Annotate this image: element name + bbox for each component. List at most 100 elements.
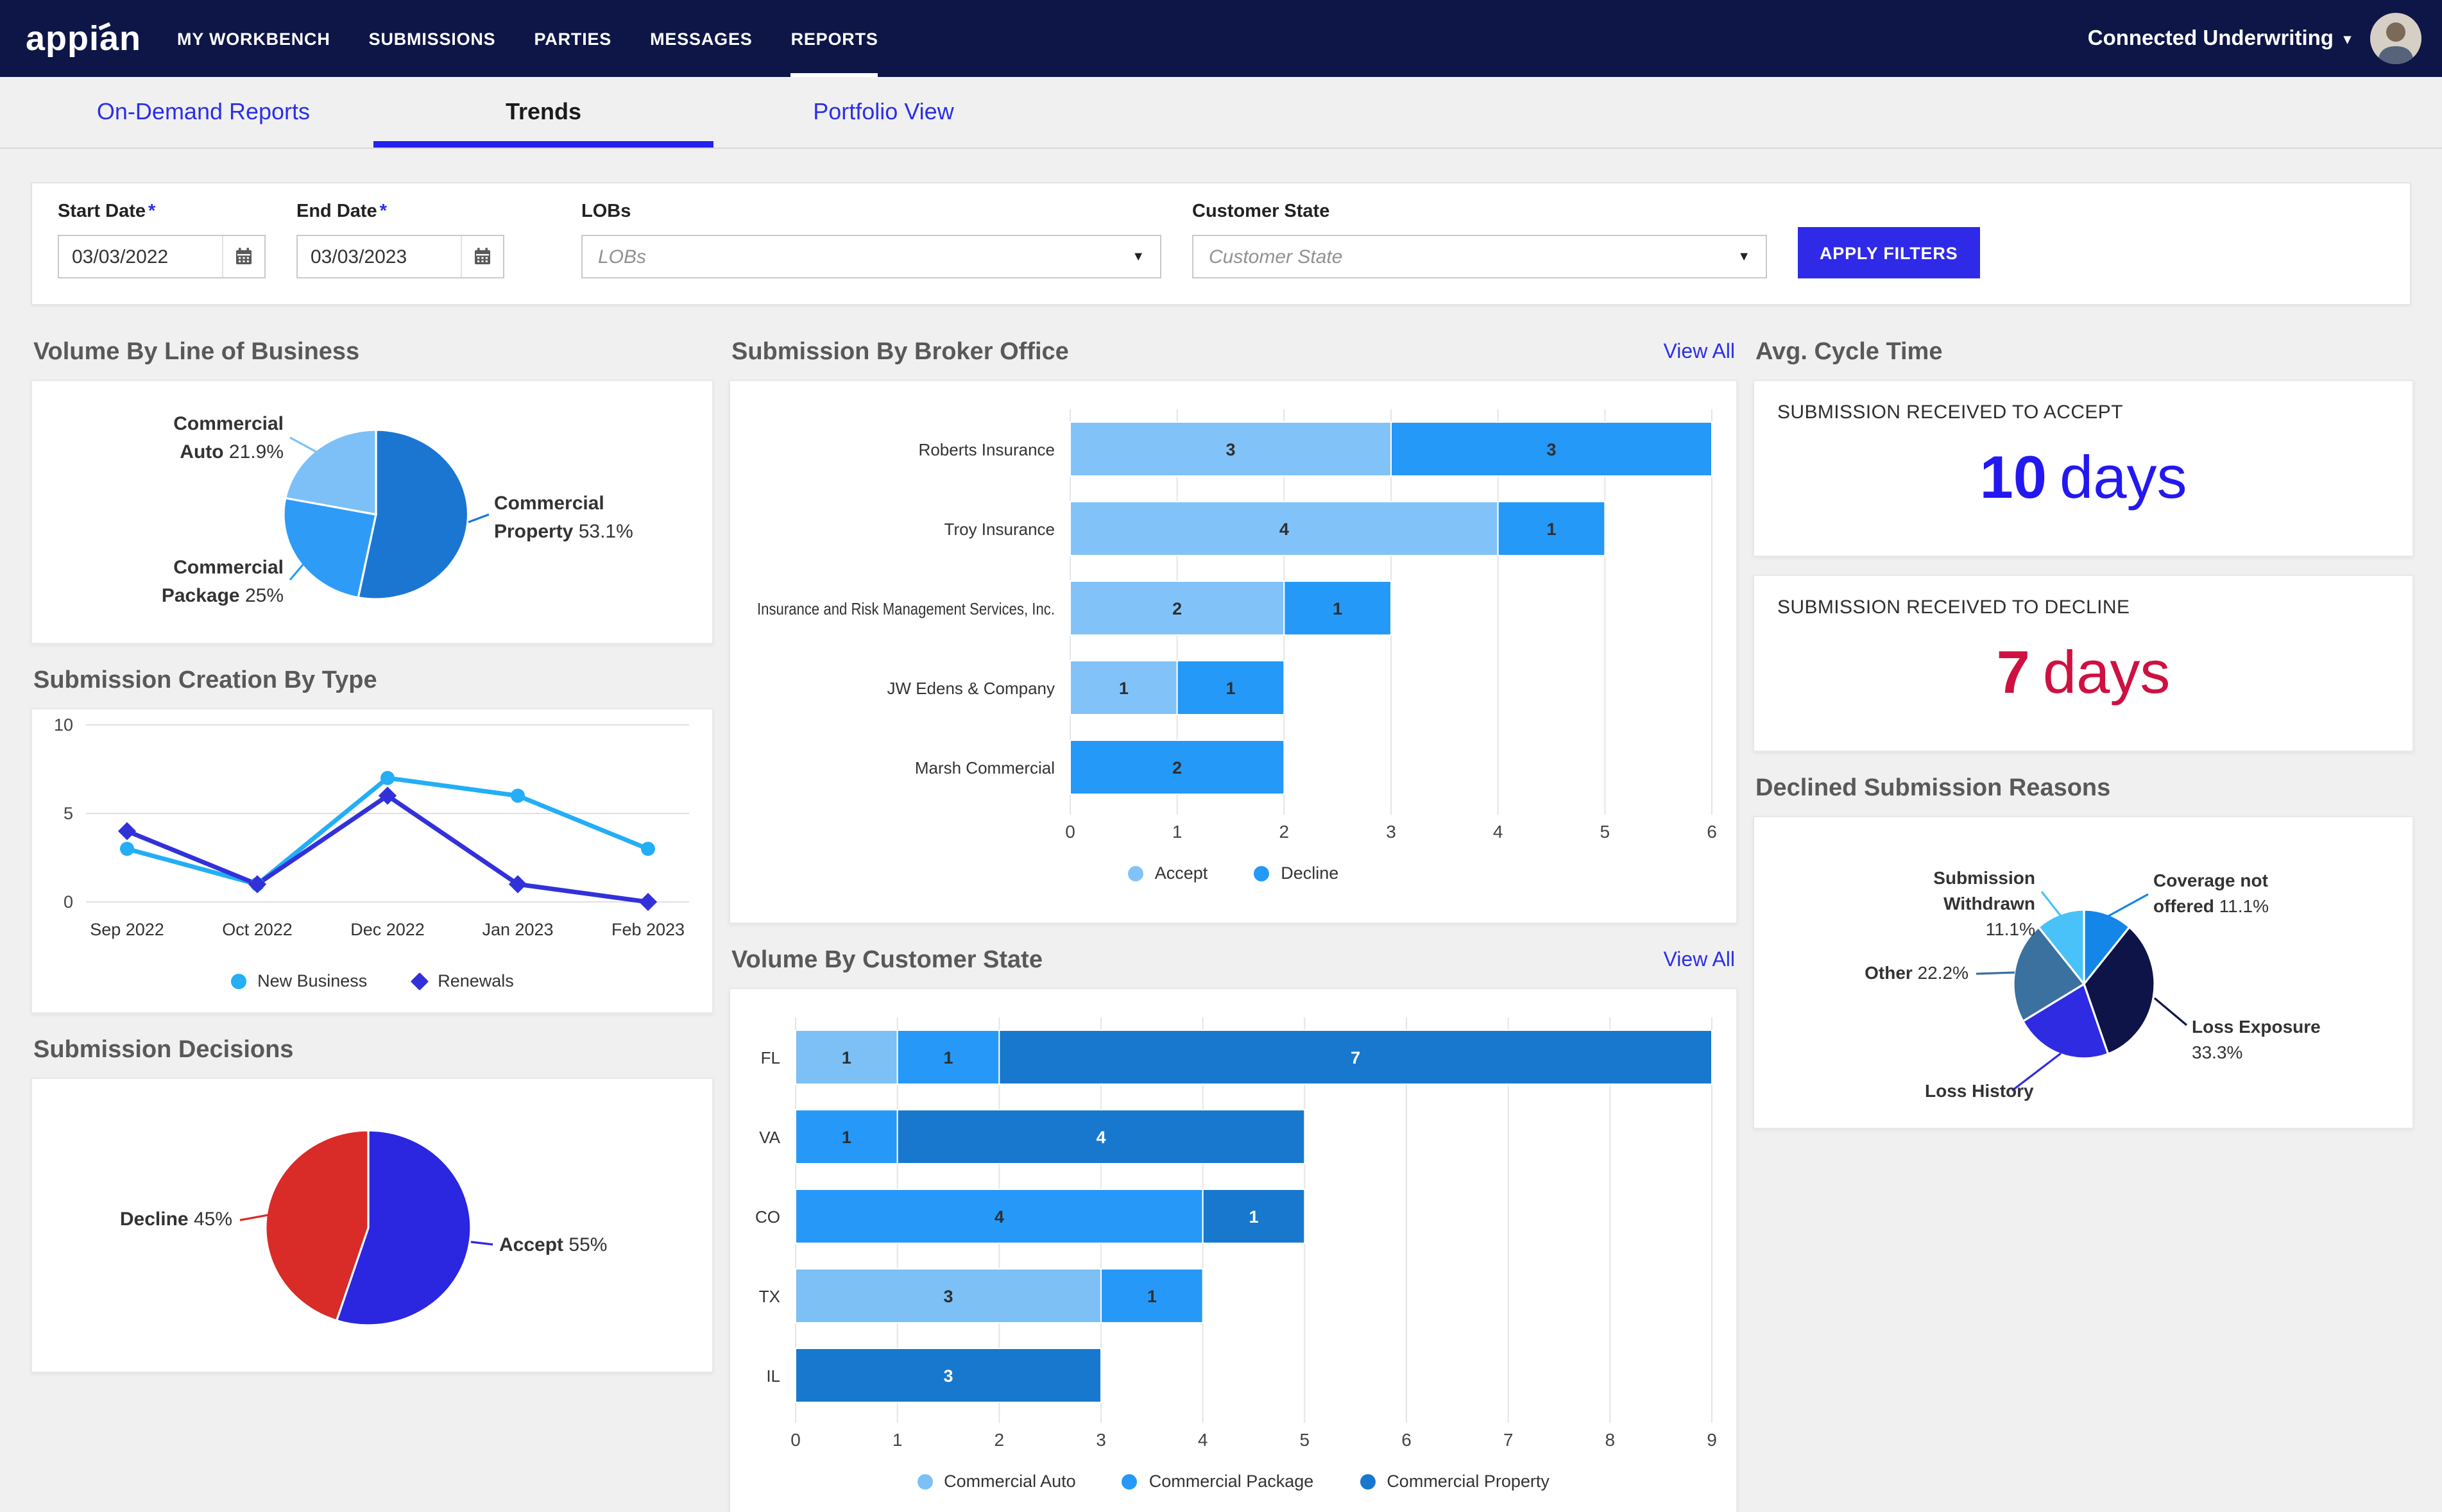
x-tick-label: 4	[1493, 822, 1503, 842]
legend-label: Commercial Auto	[944, 1472, 1076, 1491]
nav-item-parties[interactable]: PARTIES	[534, 0, 612, 77]
appian-logo[interactable]: appian	[26, 19, 141, 58]
section-title-submission-decisions: Submission Decisions	[33, 1037, 294, 1064]
x-tick-label: Dec 2022	[350, 920, 425, 939]
right-column: Avg. Cycle Time SUBMISSION RECEIVED TO A…	[1753, 323, 2414, 1129]
data-point	[380, 770, 395, 785]
dropdown-caret-icon: ▼	[1738, 250, 1750, 264]
tab-portfolio-view[interactable]: Portfolio View	[713, 77, 1054, 148]
customer-state-select[interactable]: Customer State ▼	[1192, 235, 1767, 278]
end-date-group: End Date *	[296, 201, 504, 278]
lobs-select[interactable]: LOBs ▼	[581, 235, 1161, 278]
tab-trends[interactable]: Trends	[373, 77, 713, 148]
apply-filters-button[interactable]: APPLY FILTERS	[1798, 227, 1980, 278]
customer-state-placeholder: Customer State	[1209, 246, 1343, 268]
lobs-label: LOBs	[581, 201, 631, 222]
x-tick-label: 8	[1605, 1430, 1616, 1450]
submission-decisions-card: Accept 55% Decline 45%	[31, 1078, 713, 1373]
x-tick-label: 2	[995, 1430, 1005, 1450]
bar-value-label: 1	[1147, 1287, 1157, 1306]
nav-item-submissions[interactable]: SUBMISSIONS	[369, 0, 496, 77]
category-label: CO	[755, 1207, 780, 1227]
customer-state-card: 0 1 2 3 4 5 6 7 8 9 FL 1 1 7 VA 1 4 CO 4 1 TX 3 1 IL 3 Commercia…	[729, 988, 1738, 1512]
bar-value-label: 4	[1096, 1128, 1106, 1147]
label-leader-line	[1976, 971, 2015, 975]
section-title-volume-by-lob: Volume By Line of Business	[33, 339, 360, 366]
x-tick-label: 6	[1401, 1430, 1412, 1450]
label-leader-line	[239, 1214, 269, 1221]
category-label: IL	[766, 1366, 780, 1386]
lobs-group: LOBs LOBs ▼	[581, 201, 1161, 278]
volume-by-lob-pie-chart: Commercial Property 53.1% Commercial Packag…	[162, 413, 633, 606]
category-label: Insurance and Risk Management Services, …	[757, 599, 1055, 618]
circle-marker-icon	[917, 1474, 933, 1489]
start-date-label: Start Date *	[58, 201, 156, 222]
pie-label: Accept 55%	[499, 1234, 607, 1255]
category-label: Roberts Insurance	[919, 440, 1055, 459]
category-label: FL	[761, 1048, 780, 1067]
label-leader-line	[468, 513, 490, 523]
x-tick-label: 0	[790, 1430, 801, 1450]
x-tick-label: Sep 2022	[90, 920, 164, 939]
lobs-placeholder: LOBs	[598, 246, 647, 268]
bar-value-label: 2	[1172, 758, 1182, 777]
bar-value-label: 1	[842, 1128, 851, 1147]
category-label: Marsh Commercial	[915, 758, 1055, 777]
end-date-calendar-button[interactable]	[461, 236, 503, 277]
account-menu[interactable]: Connected Underwriting ▾	[2088, 26, 2351, 51]
start-date-box	[58, 235, 266, 278]
start-date-input[interactable]	[59, 236, 222, 277]
tab-on-demand-reports[interactable]: On-Demand Reports	[33, 77, 373, 148]
customer-state-group: Customer State Customer State ▼	[1192, 201, 1767, 278]
y-tick-label: 10	[54, 715, 73, 735]
data-point	[641, 842, 655, 856]
bar-value-label: 1	[842, 1048, 851, 1067]
nav-item-reports[interactable]: REPORTS	[790, 0, 878, 77]
avatar-image	[2370, 13, 2421, 64]
left-column: Volume By Line of Business Commercial Pro…	[31, 323, 713, 1373]
label-leader-line	[289, 436, 319, 454]
broker-office-view-all-link[interactable]: View All	[1664, 341, 1735, 364]
x-tick-label: 1	[892, 1430, 903, 1450]
cycle-decline-card: SUBMISSION RECEIVED TO DECLINE 7 days	[1753, 575, 2414, 752]
submission-decisions-pie-chart: Accept 55% Decline 45%	[120, 1129, 607, 1327]
x-tick-label: 9	[1707, 1430, 1717, 1450]
dashboard-grid: Volume By Line of Business Commercial Pro…	[0, 305, 2442, 1512]
pie-label: Decline 45%	[120, 1209, 232, 1230]
legend-item: Commercial Property	[1360, 1472, 1550, 1491]
bar-value-label: 1	[1119, 679, 1129, 698]
legend-label: Decline	[1281, 863, 1339, 883]
nav-item-my-workbench[interactable]: MY WORKBENCH	[177, 0, 330, 77]
legend-item: New Business	[230, 971, 367, 990]
data-point	[120, 842, 134, 856]
pie-label: Commercial Auto 21.9%	[173, 413, 284, 463]
x-tick-label: 2	[1279, 822, 1290, 842]
data-point	[638, 892, 658, 912]
x-tick-label: 3	[1386, 822, 1396, 842]
x-tick-label: 1	[1172, 822, 1183, 842]
middle-column: Submission By Broker Office View All 0 1 2…	[729, 323, 1738, 1512]
nav-item-messages[interactable]: MESSAGES	[650, 0, 752, 77]
bar-value-label: 7	[1351, 1048, 1360, 1067]
circle-marker-icon	[1127, 865, 1143, 881]
declined-reasons-card: Coverage not offered 11.1% Loss Exposure 33…	[1753, 816, 2414, 1129]
end-date-label: End Date *	[296, 201, 387, 222]
creation-by-type-card: 0 5 10 Sep 2022 Oct 2022 Dec 2022 Jan 2023 Feb …	[31, 708, 713, 1014]
section-title-broker-office: Submission By Broker Office	[731, 339, 1069, 366]
required-asterisk: *	[379, 201, 387, 222]
cycle-decline-value: 7 days	[1996, 638, 2171, 706]
bar-value-label: 1	[1546, 520, 1556, 539]
chevron-down-icon: ▾	[2343, 31, 2351, 47]
pie-label: Commercial Property 53.1%	[494, 493, 633, 542]
x-tick-label: 7	[1503, 1430, 1514, 1450]
pie-label: Other 22.2%	[1865, 963, 1968, 983]
user-avatar[interactable]	[2370, 13, 2421, 64]
start-date-calendar-button[interactable]	[222, 236, 264, 277]
end-date-input[interactable]	[298, 236, 461, 277]
label-leader-line	[2108, 893, 2149, 917]
x-tick-label: Feb 2023	[611, 920, 685, 939]
customer-state-view-all-link[interactable]: View All	[1664, 949, 1735, 973]
pie-label: Loss History22.2%	[1925, 1081, 2034, 1105]
line-series	[124, 793, 651, 905]
bar-value-label: 3	[943, 1287, 953, 1306]
